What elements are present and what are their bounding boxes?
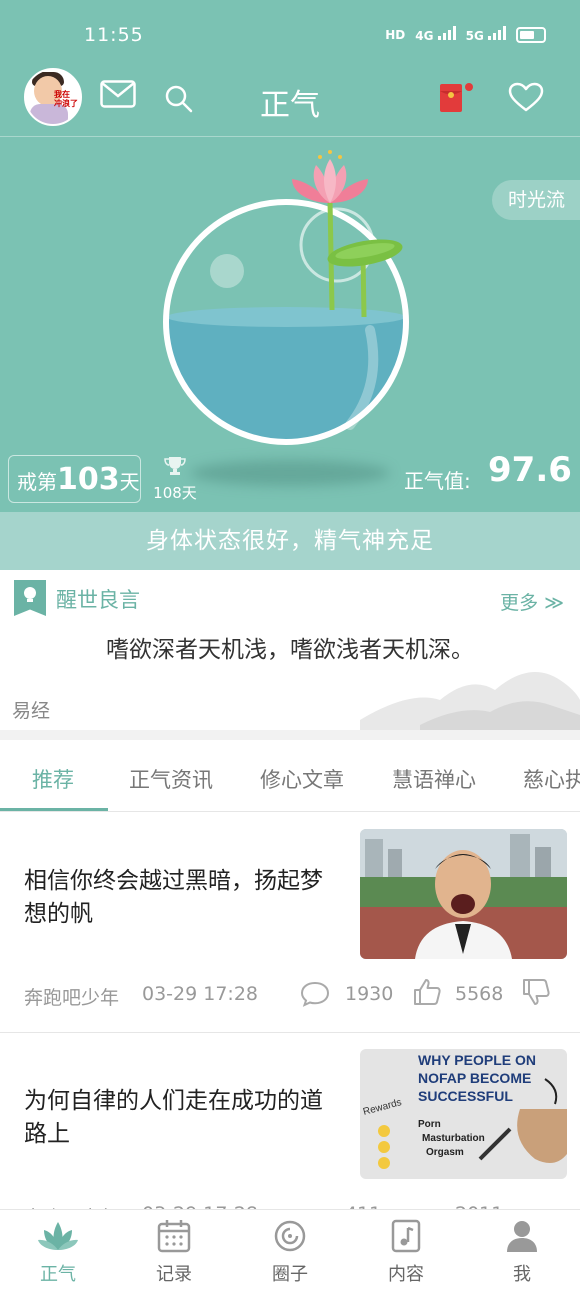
comment-icon[interactable] [300,981,330,1012]
nav-label: 记录 [156,1264,192,1285]
category-tabs: 推荐 正气资讯 修心文章 慧语禅心 慈心执 [0,740,580,812]
lightbulb-icon [14,580,46,616]
tab-zen-wisdom[interactable]: 慧语禅心 [392,764,476,794]
best-record[interactable]: 108天 [150,456,200,503]
person-icon [464,1218,580,1254]
heart-icon[interactable] [508,82,544,116]
music-note-icon [348,1218,464,1254]
status-time: 11:55 [84,24,144,46]
red-envelope-icon[interactable] [438,82,474,118]
thumbnail-doodle-word: Masturbation [422,1133,485,1144]
like-count: 5568 [455,983,504,1005]
nav-label: 我 [513,1264,531,1285]
status-message: 身体状态很好，精气神充足 [0,512,580,570]
hero-section: 11:55 HD 4G 5G 我在 冲浪了 正气 时光流 戒第 103 天 10… [0,0,580,570]
thumbs-up-icon[interactable] [412,977,442,1012]
status-indicators: HD 4G 5G [385,26,546,43]
quote-card[interactable]: 醒世良言 更多 ≫ 嗜欲深者天机浅，嗜欲浅者天机深。 易经 [0,570,580,730]
quote-source: 易经 [12,700,51,722]
signal-5g-icon: 5G [466,26,506,43]
comment-count: 1930 [345,983,394,1005]
tab-recommend[interactable]: 推荐 [32,764,74,794]
tab-zhengqi-news[interactable]: 正气资讯 [129,764,213,794]
article-time: 03-29 17:28 [142,983,259,1005]
section-divider [0,730,580,740]
nav-label: 内容 [388,1264,424,1285]
lotus-flower-icon [292,150,368,203]
thumbnail-doodle-word: Orgasm [426,1147,464,1158]
thumbs-down-icon[interactable] [521,977,551,1012]
article-thumbnail[interactable] [360,829,567,959]
lotus-icon [0,1218,116,1254]
battery-icon [516,26,546,43]
signal-4g-icon: 4G [415,26,456,43]
thumbnail-caption-line: SUCCESSFUL [418,1088,513,1104]
quote-more-link[interactable]: 更多 ≫ [500,588,564,615]
hd-indicator: HD [385,27,406,42]
tab-compassion[interactable]: 慈心执 [523,764,580,794]
tab-mind-articles[interactable]: 修心文章 [260,764,344,794]
nav-item-circle[interactable]: 圈子 [232,1218,348,1286]
page-title: 正气 [260,88,320,123]
thumbnail-caption-line: NOFAP BECOME [418,1070,531,1086]
circle-icon [232,1218,348,1254]
trophy-icon [164,457,186,475]
quote-section-title: 醒世良言 [56,588,140,612]
article-thumbnail[interactable]: WHY PEOPLE ON NOFAP BECOME SUCCESSFUL Re… [360,1049,567,1179]
nav-item-content[interactable]: 内容 [348,1218,464,1286]
status-bar: 11:55 HD 4G 5G [0,0,580,70]
article-title[interactable]: 相信你终会越过黑暗，扬起梦想的帆 [24,865,344,931]
streak-prefix: 戒第 [17,470,57,494]
time-flow-button[interactable]: 时光流 [492,180,580,220]
calendar-icon [116,1218,232,1254]
zhengqi-label: 正气值: [404,469,471,493]
article-card[interactable]: 相信你终会越过黑暗，扬起梦想的帆 奔跑吧少年 03-29 17:28 1930 [0,813,580,1033]
nav-item-record[interactable]: 记录 [116,1218,232,1286]
thumbnail-caption-line: WHY PEOPLE ON [418,1052,536,1068]
article-title[interactable]: 为何自律的人们走在成功的道路上 [24,1085,344,1151]
best-record-days: 108天 [153,484,197,502]
lotus-bowl-illustration [150,145,420,505]
bottom-navigation: 正气 记录 圈子 内容 我 [0,1209,580,1289]
active-tab-indicator [0,808,108,811]
nav-label: 正气 [40,1264,76,1285]
nav-label: 圈子 [272,1264,308,1285]
top-toolbar: 我在 冲浪了 正气 [0,68,580,132]
abstinence-streak: 戒第 103 天 [8,455,141,503]
streak-suffix: 天 [119,470,140,494]
zhengqi-value: 97.6 [488,450,572,490]
quote-text: 嗜欲深者天机浅，嗜欲浅者天机深。 [106,637,474,663]
nav-item-me[interactable]: 我 [464,1218,580,1286]
toolbar-divider [0,136,580,137]
article-author[interactable]: 奔跑吧少年 [24,983,119,1010]
nav-item-zhengqi[interactable]: 正气 [0,1218,116,1286]
streak-days: 103 [57,462,120,497]
thumbnail-doodle-word: Porn [418,1119,441,1130]
